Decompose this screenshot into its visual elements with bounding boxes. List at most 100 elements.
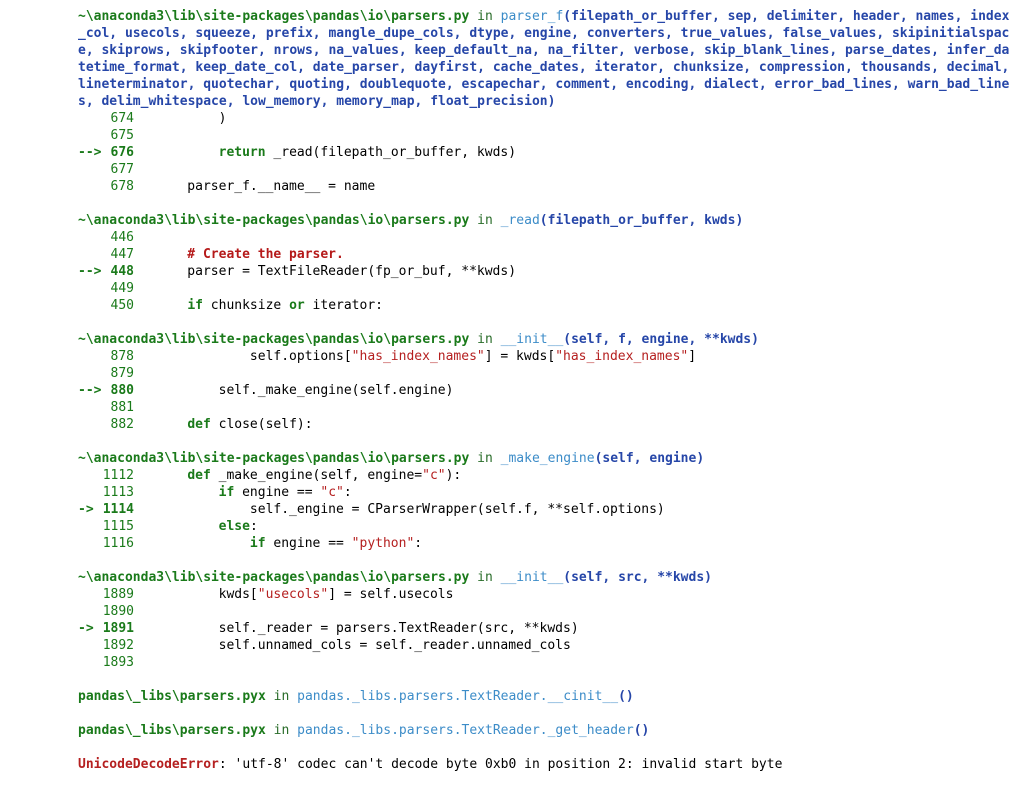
line-gutter: -> 1114 bbox=[0, 501, 156, 518]
line-gutter: 878 bbox=[0, 348, 156, 365]
stack-frames: ~\anaconda3\lib\site-packages\pandas\io\… bbox=[0, 8, 1033, 671]
stack-frame: ~\anaconda3\lib\site-packages\pandas\io\… bbox=[0, 212, 1033, 314]
line-gutter: 446 bbox=[0, 229, 156, 246]
arrow-marker: -> bbox=[78, 502, 94, 517]
line-number: 675 bbox=[110, 128, 134, 143]
line-number: 678 bbox=[110, 179, 134, 194]
code-line: 881 bbox=[0, 399, 1033, 416]
in-keyword: in bbox=[477, 332, 493, 347]
function-name: __init__ bbox=[500, 332, 564, 347]
line-gutter: 678 bbox=[0, 178, 156, 195]
function-args: (filepath_or_buffer, kwds) bbox=[539, 213, 744, 228]
function-args: (self, f, engine, **kwds) bbox=[563, 332, 759, 347]
line-gutter: --> 448 bbox=[0, 263, 156, 280]
code-text: if chunksize or iterator: bbox=[187, 298, 383, 313]
line-number: 1114 bbox=[102, 502, 134, 517]
line-number: 446 bbox=[110, 230, 134, 245]
code-text: parser_f.__name__ = name bbox=[156, 179, 376, 194]
line-gutter: --> 880 bbox=[0, 382, 156, 399]
line-gutter: 1113 bbox=[0, 484, 156, 501]
code-text: ) bbox=[156, 111, 227, 126]
line-gutter: 674 bbox=[0, 110, 156, 127]
code-line: 677 bbox=[0, 161, 1033, 178]
line-number: 674 bbox=[110, 111, 134, 126]
line-gutter: 881 bbox=[0, 399, 156, 416]
code-text: return _read(filepath_or_buffer, kwds) bbox=[218, 145, 517, 160]
line-number: 449 bbox=[110, 281, 134, 296]
code-line: 449 bbox=[0, 280, 1033, 297]
function-args: (filepath_or_buffer, sep, delimiter, hea… bbox=[78, 9, 1010, 109]
code-text: self._reader = parsers.TextReader(src, *… bbox=[156, 621, 579, 636]
arrow-marker: --> bbox=[78, 145, 102, 160]
line-gutter: -> 1891 bbox=[0, 620, 156, 637]
line-gutter: 1890 bbox=[0, 603, 156, 620]
stack-frame: ~\anaconda3\lib\site-packages\pandas\io\… bbox=[0, 331, 1033, 433]
line-gutter: 1893 bbox=[0, 654, 156, 671]
line-gutter: 1892 bbox=[0, 637, 156, 654]
function-args: () bbox=[633, 723, 650, 738]
line-number: 882 bbox=[110, 417, 134, 432]
line-number: 1890 bbox=[102, 604, 134, 619]
line-number: 1115 bbox=[102, 519, 134, 534]
function-name: pandas._libs.parsers.TextReader.__cinit_… bbox=[297, 689, 619, 704]
code-text: parser = TextFileReader(fp_or_buf, **kwd… bbox=[156, 264, 517, 279]
error-message: : 'utf-8' codec can't decode byte 0xb0 i… bbox=[218, 757, 783, 772]
code-line: 882 def close(self): bbox=[0, 416, 1033, 433]
in-keyword: in bbox=[273, 689, 290, 704]
line-gutter: 1116 bbox=[0, 535, 156, 552]
code-line: -> 1114 self._engine = CParserWrapper(sel… bbox=[0, 501, 1033, 518]
line-gutter: 879 bbox=[0, 365, 156, 382]
function-args: (self, engine) bbox=[594, 451, 705, 466]
code-text: self._engine = CParserWrapper(self.f, **… bbox=[156, 502, 665, 517]
code-line: 1892 self.unnamed_cols = self._reader.un… bbox=[0, 637, 1033, 654]
line-number: 676 bbox=[110, 145, 134, 160]
function-name: pandas._libs.parsers.TextReader._get_hea… bbox=[297, 723, 634, 738]
file-path: ~\anaconda3\lib\site-packages\pandas\io\… bbox=[78, 451, 470, 466]
stack-frame: ~\anaconda3\lib\site-packages\pandas\io\… bbox=[0, 569, 1033, 671]
code-line: 1889 kwds["usecols"] = self.usecols bbox=[0, 586, 1033, 603]
code-line: 1116 if engine == "python": bbox=[0, 535, 1033, 552]
code-text: self.options["has_index_names"] = kwds["… bbox=[156, 349, 697, 364]
in-keyword: in bbox=[477, 570, 493, 585]
stack-frame: pandas\_libs\parsers.pyx in pandas._libs… bbox=[0, 688, 1033, 705]
code-line: 1115 else: bbox=[0, 518, 1033, 535]
frame-header: ~\anaconda3\lib\site-packages\pandas\io\… bbox=[0, 8, 1016, 110]
code-line: 674 ) bbox=[0, 110, 1033, 127]
line-gutter: 1115 bbox=[0, 518, 156, 535]
code-line: -> 1891 self._reader = parsers.TextReader… bbox=[0, 620, 1033, 637]
arrow-marker: -> bbox=[78, 621, 94, 636]
line-number: 1893 bbox=[102, 655, 134, 670]
file-path: ~\anaconda3\lib\site-packages\pandas\io\… bbox=[78, 9, 470, 24]
file-path: ~\anaconda3\lib\site-packages\pandas\io\… bbox=[78, 332, 470, 347]
arrow-marker: --> bbox=[78, 264, 102, 279]
code-line: 879 bbox=[0, 365, 1033, 382]
line-number: 879 bbox=[110, 366, 134, 381]
line-gutter: 1889 bbox=[0, 586, 156, 603]
code-line: 678 parser_f.__name__ = name bbox=[0, 178, 1033, 195]
traceback-output: ~\anaconda3\lib\site-packages\pandas\io\… bbox=[0, 8, 1033, 773]
line-number: 1113 bbox=[102, 485, 134, 500]
code-line: 1890 bbox=[0, 603, 1033, 620]
function-name: _read bbox=[500, 213, 540, 228]
line-number: 677 bbox=[110, 162, 134, 177]
error-name: UnicodeDecodeError bbox=[78, 757, 219, 772]
file-path: pandas\_libs\parsers.pyx bbox=[78, 689, 266, 704]
line-gutter: 449 bbox=[0, 280, 156, 297]
line-number: 1889 bbox=[102, 587, 134, 602]
code-line: 878 self.options["has_index_names"] = kw… bbox=[0, 348, 1033, 365]
frame-header: pandas\_libs\parsers.pyx in pandas._libs… bbox=[0, 722, 1016, 739]
line-gutter: --> 676 bbox=[0, 144, 156, 161]
line-number: 1892 bbox=[102, 638, 134, 653]
frame-header: ~\anaconda3\lib\site-packages\pandas\io\… bbox=[0, 212, 1016, 229]
arrow-marker: --> bbox=[78, 383, 102, 398]
code-line: 1893 bbox=[0, 654, 1033, 671]
code-line: --> 448 parser = TextFileReader(fp_or_buf… bbox=[0, 263, 1033, 280]
line-gutter: 450 bbox=[0, 297, 156, 314]
line-number: 1891 bbox=[102, 621, 134, 636]
stack-frame: pandas\_libs\parsers.pyx in pandas._libs… bbox=[0, 722, 1033, 739]
code-line: 446 bbox=[0, 229, 1033, 246]
line-gutter: 882 bbox=[0, 416, 156, 433]
code-line: 447 # Create the parser. bbox=[0, 246, 1033, 263]
line-gutter: 675 bbox=[0, 127, 156, 144]
in-keyword: in bbox=[477, 213, 493, 228]
